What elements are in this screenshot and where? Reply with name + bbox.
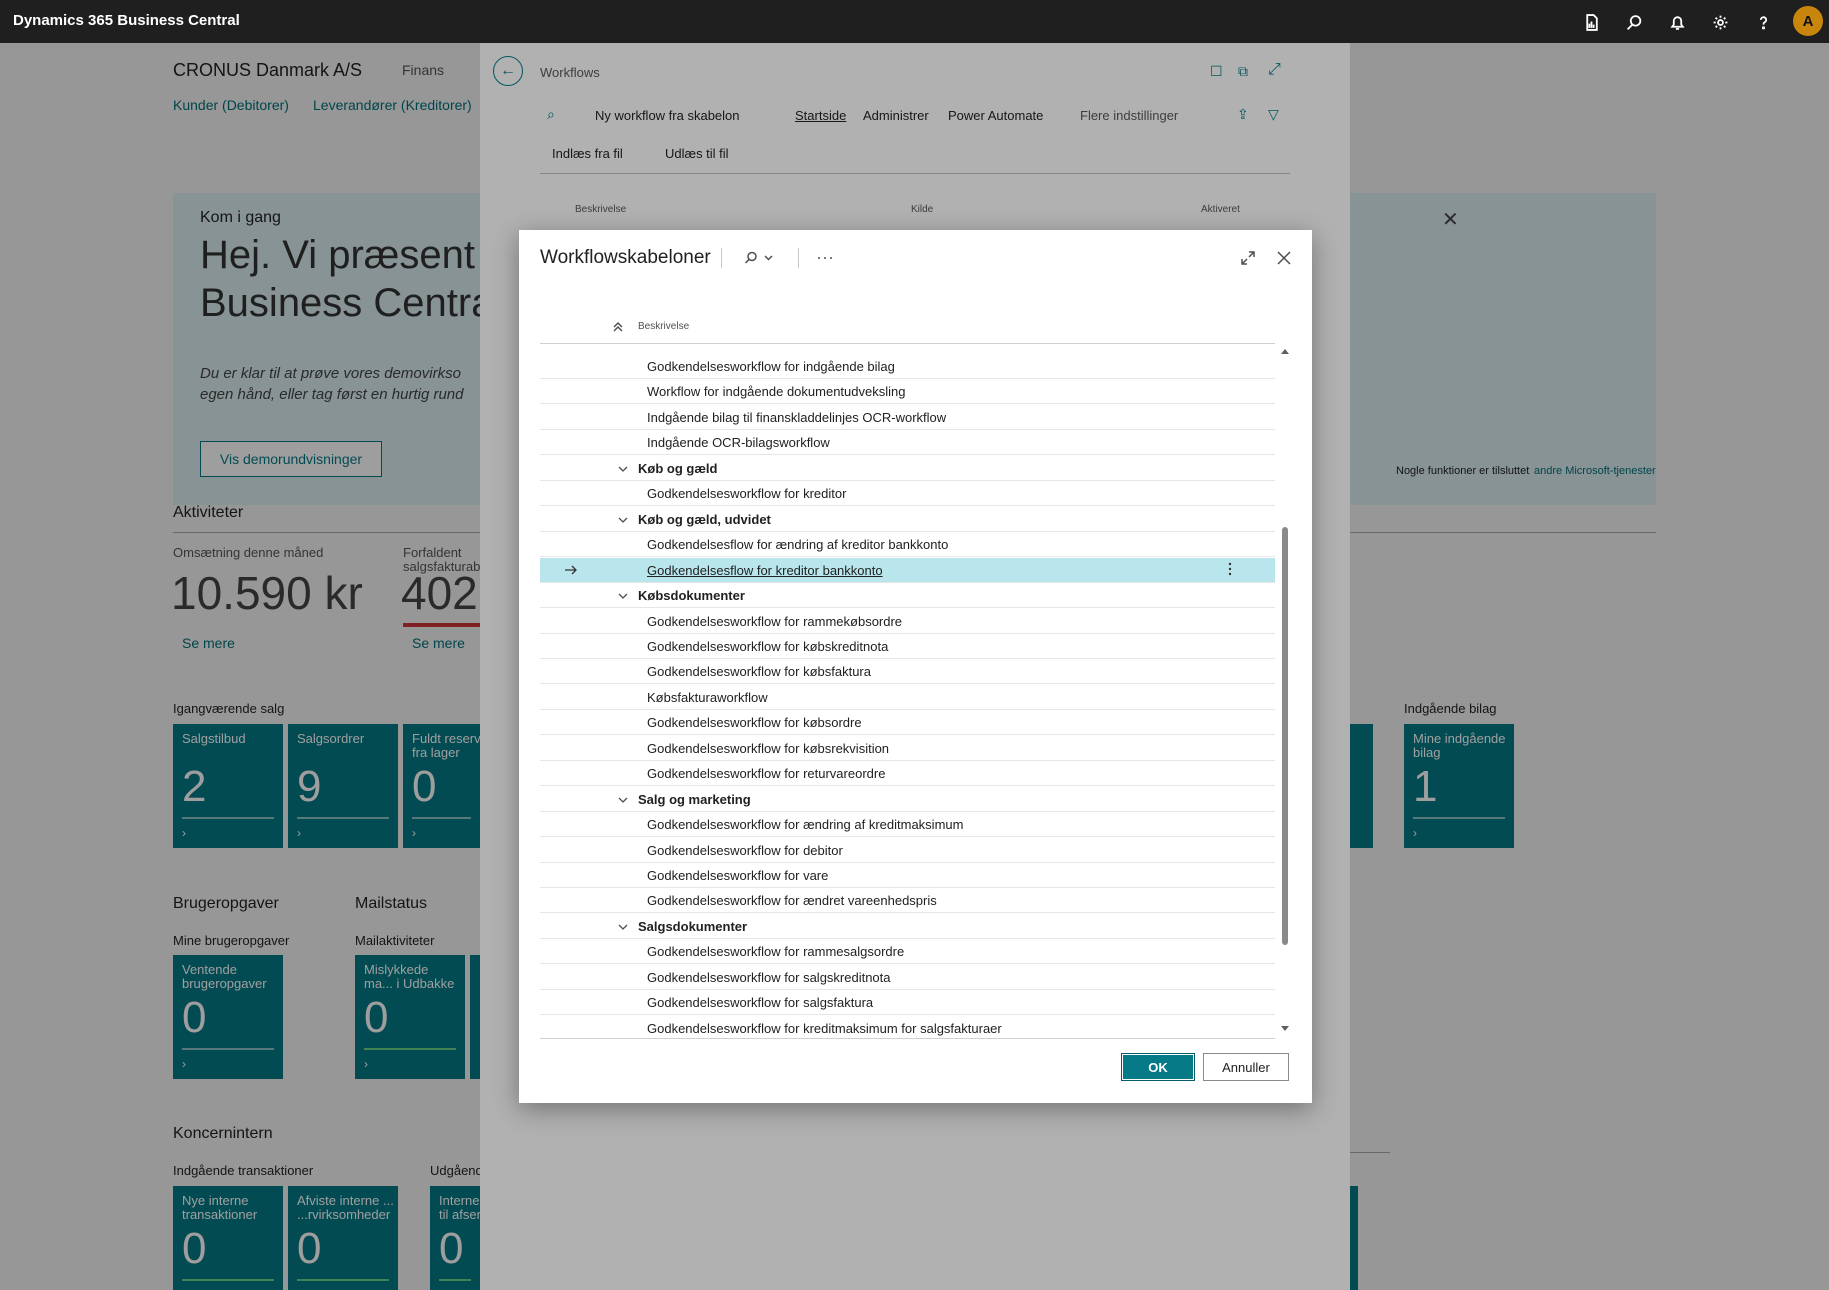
- group-row[interactable]: Køb og gæld: [540, 456, 1275, 481]
- list-item[interactable]: Indgående bilag til finanskladdelinjes O…: [540, 405, 1275, 430]
- column-description[interactable]: Beskrivelse: [638, 321, 689, 332]
- group-row[interactable]: Købsdokumenter: [540, 583, 1275, 609]
- list-item[interactable]: Godkendelsesworkflow for kreditor: [540, 481, 1275, 507]
- list-item[interactable]: Godkendelsesworkflow for salgsfaktura: [540, 990, 1275, 1016]
- list-item-label[interactable]: Godkendelsesworkflow for købsordre: [647, 715, 862, 730]
- list-item-label[interactable]: Godkendelsesworkflow for købsfaktura: [647, 664, 871, 679]
- list-item-label[interactable]: Køb og gæld: [638, 461, 717, 476]
- list-item[interactable]: Workflow for indgående dokumentudvekslin…: [540, 379, 1275, 405]
- search-icon[interactable]: [741, 248, 777, 268]
- scroll-down-icon: [1281, 1026, 1289, 1031]
- list-item-label[interactable]: Godkendelsesworkflow for debitor: [647, 843, 843, 858]
- list-item[interactable]: Godkendelsesworkflow for rammekøbsordre: [540, 609, 1275, 634]
- list-item[interactable]: Godkendelsesworkflow for købskreditnota: [540, 634, 1275, 659]
- list-item-label[interactable]: Godkendelsesworkflow for ændret vareenhe…: [647, 893, 937, 908]
- list-item-label[interactable]: Købsfakturaworkflow: [647, 690, 768, 705]
- app-title[interactable]: Dynamics 365 Business Central: [13, 12, 240, 29]
- list-item[interactable]: Godkendelsesflow for kreditor bankkonto: [540, 557, 1275, 583]
- list-item[interactable]: Godkendelsesworkflow for rammesalgsordre: [540, 939, 1275, 965]
- list-item[interactable]: Godkendelsesworkflow for købsordre: [540, 710, 1275, 736]
- list-item[interactable]: Godkendelsesworkflow for indgående bilag: [540, 354, 1275, 379]
- list-item[interactable]: Indgående OCR-bilagsworkflow: [540, 430, 1275, 456]
- list-item-label[interactable]: Indgående OCR-bilagsworkflow: [647, 435, 830, 450]
- dialog-title: Workflowskabeloner: [540, 247, 711, 268]
- ok-button[interactable]: OK: [1121, 1053, 1195, 1081]
- list-item-label[interactable]: Workflow for indgående dokumentudvekslin…: [647, 384, 905, 399]
- bell-icon[interactable]: [1666, 11, 1688, 33]
- current-row-arrow-icon: [563, 563, 579, 577]
- chevron-down-icon[interactable]: [618, 793, 628, 803]
- gear-icon[interactable]: [1709, 11, 1731, 33]
- list-item-label[interactable]: Godkendelsesworkflow for indgående bilag: [647, 359, 895, 374]
- list-item-label[interactable]: Godkendelsesworkflow for vare: [647, 868, 828, 883]
- list-item-label[interactable]: Indgående bilag til finanskladdelinjes O…: [647, 410, 946, 425]
- list-item-label[interactable]: Godkendelsesworkflow for rammekøbsordre: [647, 614, 902, 629]
- list-item-label[interactable]: Godkendelsesworkflow for rammesalgsordre: [647, 944, 904, 959]
- group-row[interactable]: Salgsdokumenter: [540, 914, 1275, 939]
- collapse-all-icon[interactable]: [611, 321, 625, 333]
- scrollbar[interactable]: [1278, 345, 1292, 1037]
- list-item-label[interactable]: Godkendelsesworkflow for købskreditnota: [647, 639, 888, 654]
- chevron-down-icon[interactable]: [618, 589, 628, 599]
- chevron-down-icon[interactable]: [618, 513, 628, 523]
- list-item[interactable]: Godkendelsesworkflow for kreditmaksimum …: [540, 1016, 1275, 1037]
- divider: [540, 343, 1275, 344]
- help-icon[interactable]: [1752, 11, 1774, 33]
- list-item[interactable]: Godkendelsesworkflow for købsrekvisition: [540, 736, 1275, 761]
- expand-icon[interactable]: [1238, 248, 1258, 268]
- scroll-thumb[interactable]: [1282, 527, 1288, 945]
- list-item-label[interactable]: Godkendelsesworkflow for købsrekvisition: [647, 741, 889, 756]
- list-item-label[interactable]: Godkendelsesworkflow for returvareordre: [647, 766, 885, 781]
- list-item[interactable]: Godkendelsesworkflow for vare: [540, 863, 1275, 888]
- list-item-label[interactable]: Godkendelsesworkflow for kreditmaksimum …: [647, 1021, 1002, 1036]
- list-item-label[interactable]: Godkendelsesworkflow for salgskreditnota: [647, 970, 891, 985]
- list-item[interactable]: Godkendelsesflow for ændring af kreditor…: [540, 532, 1275, 558]
- list-item[interactable]: Godkendelsesworkflow for ændret vareenhe…: [540, 888, 1275, 914]
- list-item-label[interactable]: Godkendelsesflow for kreditor bankkonto: [647, 563, 883, 578]
- list-item[interactable]: Godkendelsesworkflow for ændring af kred…: [540, 812, 1275, 838]
- cancel-button[interactable]: Annuller: [1203, 1053, 1289, 1081]
- divider: [721, 248, 722, 268]
- close-icon[interactable]: [1274, 248, 1294, 268]
- template-list: Godkendelsesworkflow for indgående bilag…: [540, 345, 1275, 1037]
- divider: [798, 248, 799, 268]
- more-options-icon[interactable]: [813, 248, 837, 268]
- list-item[interactable]: Godkendelsesworkflow for salgskreditnota: [540, 965, 1275, 990]
- list-item-label[interactable]: Godkendelsesworkflow for ændring af kred…: [647, 817, 963, 832]
- list-item[interactable]: Godkendelsesworkflow for debitor: [540, 838, 1275, 863]
- list-item-label[interactable]: Køb og gæld, udvidet: [638, 512, 771, 527]
- list-item[interactable]: Godkendelsesworkflow for købsfaktura: [540, 659, 1275, 685]
- search-icon[interactable]: [1623, 11, 1645, 33]
- chevron-down-icon[interactable]: [618, 462, 628, 472]
- chevron-down-icon[interactable]: [618, 920, 628, 930]
- report-icon[interactable]: [1580, 11, 1602, 33]
- avatar[interactable]: A: [1793, 6, 1823, 36]
- scroll-up-icon: [1281, 349, 1289, 354]
- list-item[interactable]: Godkendelsesworkflow for returvareordre: [540, 761, 1275, 787]
- list-item[interactable]: Købsfakturaworkflow: [540, 685, 1275, 710]
- workflow-templates-dialog: Workflowskabeloner Beskrivelse Godkendel…: [519, 230, 1312, 1103]
- row-menu-icon[interactable]: [1228, 561, 1238, 579]
- group-row[interactable]: Køb og gæld, udvidet: [540, 507, 1275, 532]
- top-bar: Dynamics 365 Business Central A: [0, 0, 1829, 43]
- list-item-label[interactable]: Godkendelsesworkflow for salgsfaktura: [647, 995, 873, 1010]
- list-item-label[interactable]: Købsdokumenter: [638, 588, 745, 603]
- group-row[interactable]: Salg og marketing: [540, 787, 1275, 812]
- list-item-label[interactable]: Salg og marketing: [638, 792, 751, 807]
- list-item-label[interactable]: Godkendelsesflow for ændring af kreditor…: [647, 537, 948, 552]
- list-item-label[interactable]: Godkendelsesworkflow for kreditor: [647, 486, 846, 501]
- list-item-label[interactable]: Salgsdokumenter: [638, 919, 747, 934]
- divider: [540, 1038, 1275, 1039]
